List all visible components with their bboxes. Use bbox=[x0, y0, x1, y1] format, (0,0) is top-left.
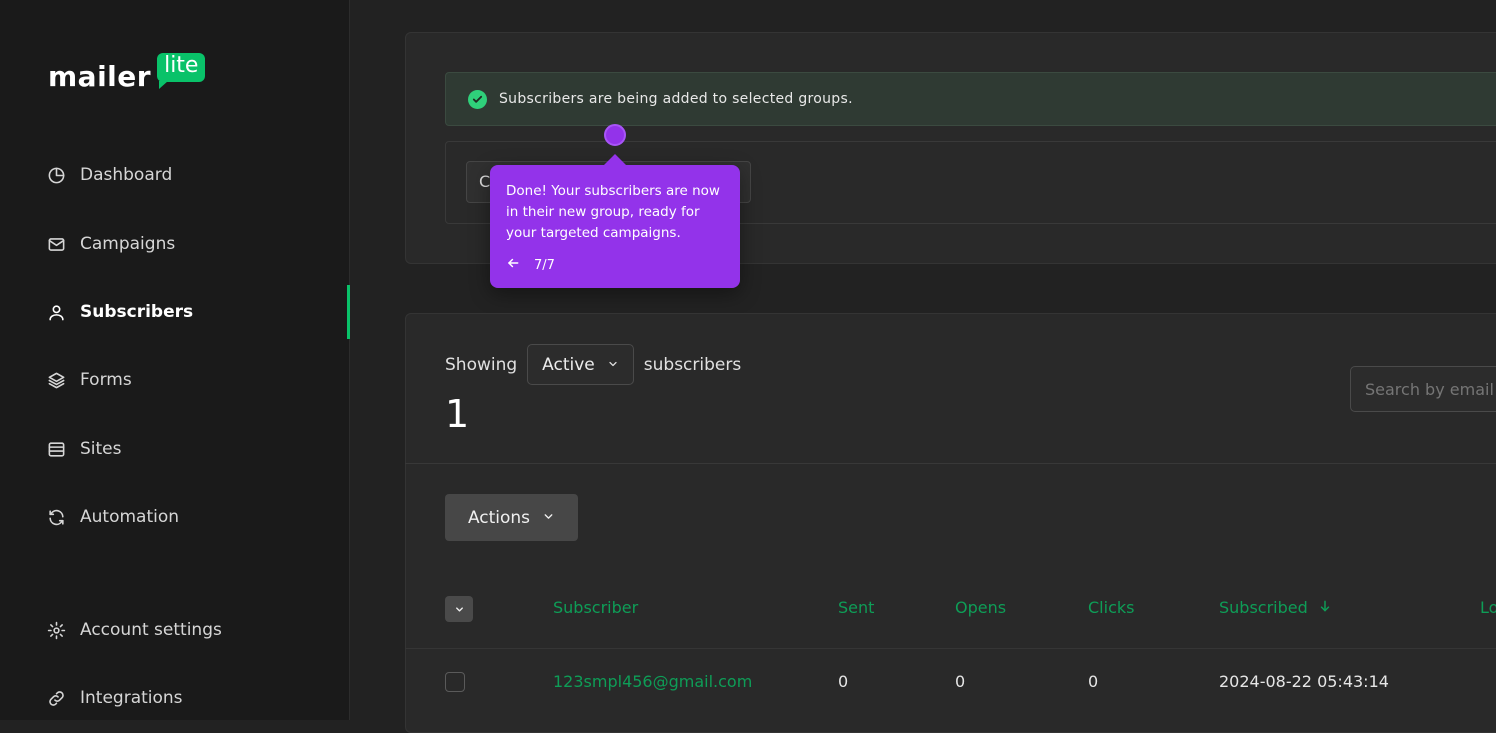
sidebar-item-label: Forms bbox=[80, 370, 132, 390]
tooltip-text: Done! Your subscribers are now in their … bbox=[506, 183, 720, 241]
subscriber-email-link[interactable]: 123smpl456@gmail.com bbox=[553, 672, 752, 691]
mailerlite-logo[interactable]: mailer lite bbox=[48, 50, 206, 94]
clicks-cell: 0 bbox=[1088, 672, 1099, 691]
column-label: Subscribed bbox=[1219, 598, 1308, 617]
subscriber-count: 1 bbox=[445, 392, 470, 436]
column-header-subscriber[interactable]: Subscriber bbox=[553, 598, 638, 617]
divider bbox=[405, 463, 1496, 464]
column-header-location[interactable]: Lo bbox=[1480, 598, 1496, 617]
column-label: Opens bbox=[955, 598, 1007, 617]
actions-label: Actions bbox=[467, 507, 531, 528]
column-header-clicks[interactable]: Clicks bbox=[1088, 598, 1134, 617]
search-input[interactable] bbox=[1350, 366, 1496, 412]
guide-tooltip: Done! Your subscribers are now in their … bbox=[490, 154, 740, 288]
chevron-down-icon bbox=[454, 600, 465, 619]
showing-label: Showing bbox=[445, 354, 518, 375]
column-label: Lo bbox=[1480, 598, 1496, 617]
showing-suffix: subscribers bbox=[643, 354, 742, 375]
sidebar-item-label: Campaigns bbox=[80, 234, 176, 254]
sidebar-item-subscribers[interactable]: Subscribers bbox=[46, 297, 193, 327]
subscribed-date-cell: 2024-08-22 05:43:14 bbox=[1219, 672, 1389, 691]
column-label: Sent bbox=[838, 598, 875, 617]
refresh-icon bbox=[46, 507, 66, 527]
sidebar-item-label: Subscribers bbox=[80, 302, 194, 322]
showing-filter: Showing Active subscribers bbox=[445, 344, 741, 385]
tooltip-step: 7/7 bbox=[534, 257, 555, 273]
tooltip-footer: 7/7 bbox=[506, 256, 724, 274]
status-value: Active bbox=[542, 354, 595, 375]
opens-cell: 0 bbox=[955, 672, 966, 691]
sidebar-item-dashboard[interactable]: Dashboard bbox=[46, 160, 172, 190]
chevron-down-icon bbox=[542, 508, 555, 528]
sidebar-item-label: Automation bbox=[80, 507, 180, 527]
select-all-checkbox[interactable] bbox=[445, 596, 473, 622]
column-header-sent[interactable]: Sent bbox=[838, 598, 874, 617]
success-alert: Subscribers are being added to selected … bbox=[445, 72, 1496, 126]
sidebar-item-sites[interactable]: Sites bbox=[46, 434, 122, 464]
column-header-subscribed[interactable]: Subscribed bbox=[1219, 598, 1332, 617]
layers-icon bbox=[46, 370, 66, 390]
sidebar-item-label: Integrations bbox=[80, 688, 183, 708]
sidebar-item-integrations[interactable]: Integrations bbox=[46, 683, 183, 713]
column-label: Subscriber bbox=[553, 598, 639, 617]
arrow-left-icon[interactable] bbox=[506, 256, 520, 274]
active-indicator bbox=[347, 285, 350, 339]
sent-cell: 0 bbox=[838, 672, 849, 691]
mail-icon bbox=[46, 234, 66, 254]
check-circle-icon bbox=[468, 89, 487, 109]
sidebar-item-account-settings[interactable]: Account settings bbox=[46, 615, 222, 645]
actions-button[interactable]: Actions bbox=[445, 494, 578, 541]
sidebar-item-label: Account settings bbox=[80, 620, 222, 640]
sidebar: mailer lite Dashboard Campaigns Subscrib… bbox=[0, 0, 350, 720]
sidebar-item-automation[interactable]: Automation bbox=[46, 502, 179, 532]
sidebar-item-forms[interactable]: Forms bbox=[46, 365, 132, 395]
gear-icon bbox=[46, 620, 66, 640]
sidebar-item-campaigns[interactable]: Campaigns bbox=[46, 229, 175, 259]
chevron-down-icon bbox=[607, 355, 619, 375]
link-icon bbox=[46, 688, 66, 708]
column-header-opens[interactable]: Opens bbox=[955, 598, 1006, 617]
logo-word: mailer bbox=[48, 60, 152, 93]
status-dropdown[interactable]: Active bbox=[527, 344, 634, 385]
table-divider bbox=[405, 648, 1496, 649]
alert-message: Subscribers are being added to selected … bbox=[499, 91, 853, 107]
tooltip-pointer-dot bbox=[604, 124, 626, 146]
arrow-down-icon bbox=[1318, 598, 1332, 617]
sidebar-item-label: Sites bbox=[80, 439, 122, 459]
row-checkbox[interactable] bbox=[445, 672, 465, 692]
pie-chart-icon bbox=[46, 165, 66, 185]
user-icon bbox=[46, 302, 66, 322]
browser-window-icon bbox=[46, 439, 66, 459]
sidebar-item-label: Dashboard bbox=[80, 165, 173, 185]
column-label: Clicks bbox=[1088, 598, 1135, 617]
logo-badge: lite bbox=[157, 52, 206, 90]
